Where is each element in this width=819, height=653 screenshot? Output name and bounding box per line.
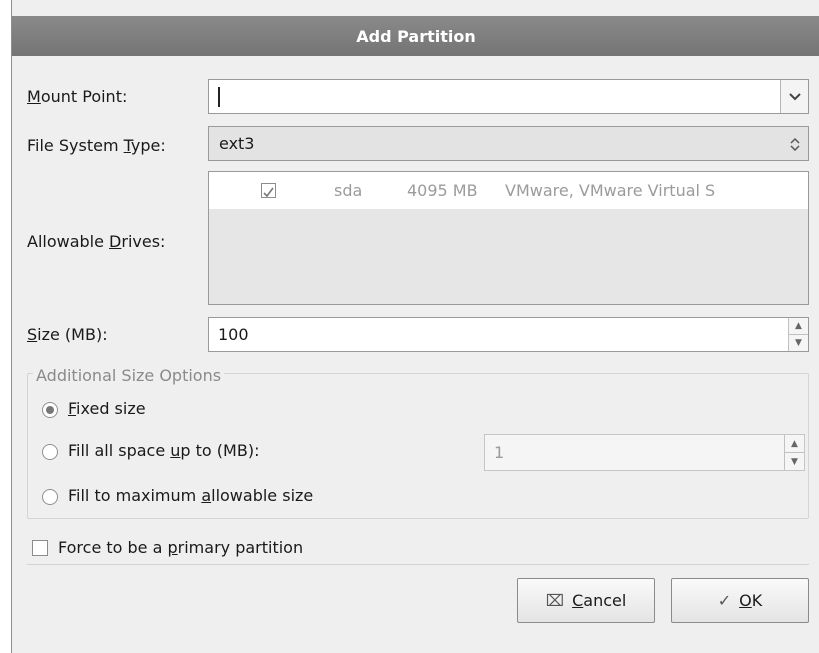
drive-model: VMware, VMware Virtual S: [505, 181, 716, 200]
primary-partition-label[interactable]: Force to be a primary partition: [58, 538, 303, 557]
dialog-titlebar: Add Partition: [12, 16, 819, 56]
fill-max-label[interactable]: Fill to maximum allowable size: [68, 486, 313, 505]
fs-type-value: ext3: [219, 134, 255, 153]
separator: [27, 564, 809, 565]
chevron-down-icon: [788, 92, 801, 100]
cancel-label: Cancel: [572, 591, 627, 610]
mount-point-label: Mount Point:: [27, 87, 128, 106]
fs-type-label: File System Type:: [27, 136, 166, 155]
primary-partition-checkbox[interactable]: [32, 540, 48, 556]
fill-max-radio[interactable]: [42, 489, 58, 505]
text-cursor: [218, 87, 220, 107]
ok-button[interactable]: ✓ OK: [671, 578, 809, 623]
fill-upto-radio[interactable]: [42, 444, 58, 460]
mount-point-combo[interactable]: [208, 79, 809, 114]
allowable-drives-list[interactable]: sda 4095 MB VMware, VMware Virtual S: [208, 171, 809, 305]
fill-upto-value[interactable]: 1: [494, 443, 504, 462]
dialog-title: Add Partition: [356, 26, 476, 46]
additional-size-options-title: Additional Size Options: [33, 366, 225, 385]
drive-checkbox[interactable]: [261, 183, 276, 198]
fs-type-dropdown-button[interactable]: [781, 127, 808, 160]
checkmark-icon: [263, 187, 274, 198]
spin-down-icon[interactable]: ▼: [785, 452, 804, 470]
fill-upto-spinbutton[interactable]: 1 ▲ ▼: [484, 434, 805, 471]
add-partition-dialog: Add Partition Mount Point: File System T…: [11, 0, 819, 653]
ok-label: OK: [739, 591, 763, 610]
cancel-x-icon: ⌧: [545, 591, 565, 610]
fill-upto-label[interactable]: Fill all space up to (MB):: [68, 441, 259, 460]
mount-point-dropdown-button[interactable]: [780, 80, 808, 113]
spin-down-icon[interactable]: ▼: [789, 334, 808, 351]
updown-arrows-icon: [789, 137, 800, 151]
size-spin-arrows[interactable]: ▲ ▼: [788, 318, 808, 351]
fill-upto-spin-arrows[interactable]: ▲ ▼: [784, 435, 804, 470]
fixed-size-radio[interactable]: [42, 402, 58, 418]
size-spinbutton[interactable]: 100 ▲ ▼: [208, 317, 809, 352]
drive-row[interactable]: sda 4095 MB VMware, VMware Virtual S: [209, 172, 808, 209]
cancel-button[interactable]: ⌧ Cancel: [517, 578, 655, 623]
fixed-size-label[interactable]: Fixed size: [68, 399, 146, 418]
fs-type-select[interactable]: ext3: [208, 126, 809, 161]
spin-up-icon[interactable]: ▲: [789, 318, 808, 334]
drive-size: 4095 MB: [407, 181, 478, 200]
size-value[interactable]: 100: [218, 325, 249, 344]
ok-check-icon: ✓: [717, 591, 732, 610]
radio-selected-dot: [46, 406, 54, 414]
allowable-drives-label: Allowable Drives:: [27, 232, 166, 251]
spin-up-icon[interactable]: ▲: [785, 435, 804, 452]
size-label: Size (MB):: [27, 325, 108, 344]
drive-device: sda: [334, 181, 363, 200]
